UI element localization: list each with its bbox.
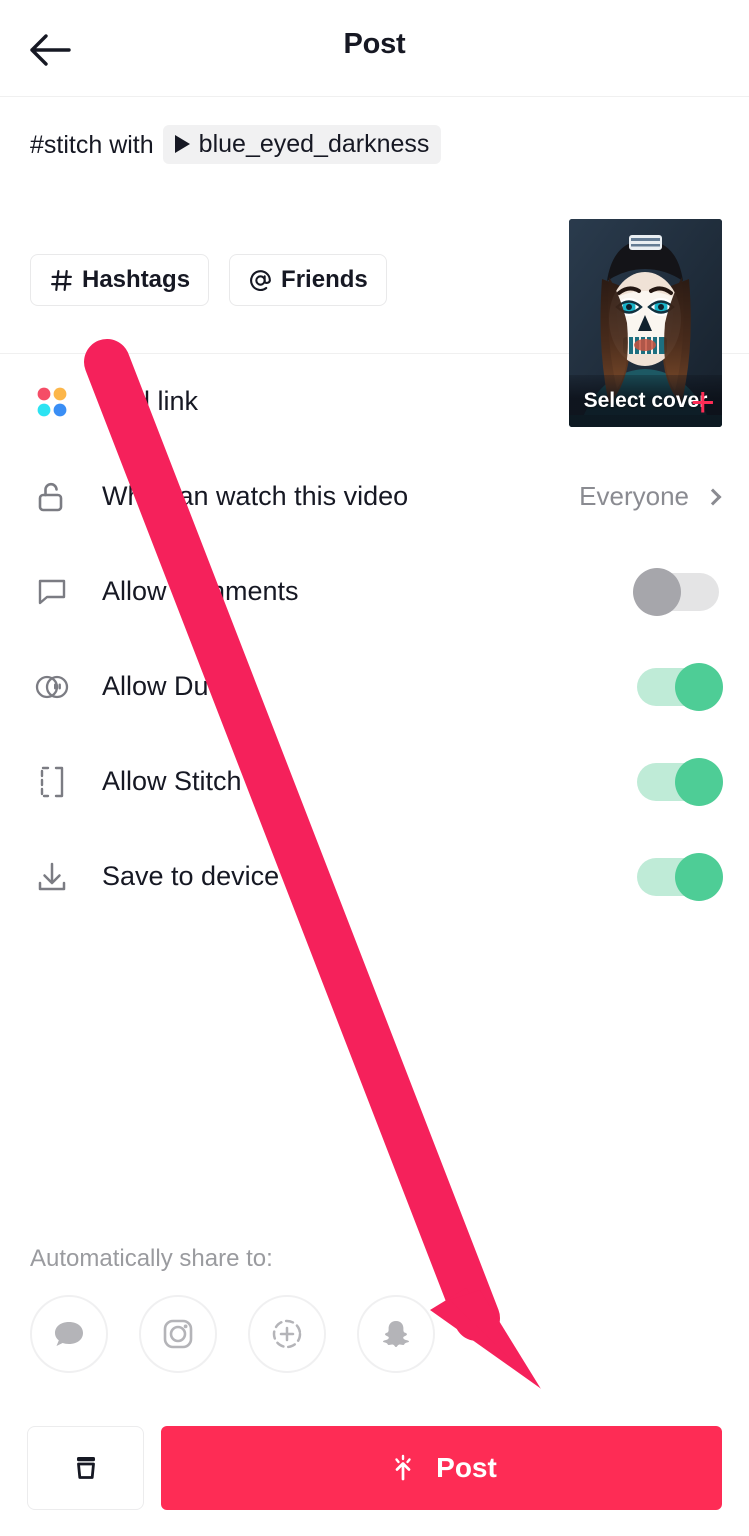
caption-area: #stitch with blue_eyed_darkness Hashtags… (0, 97, 749, 427)
drafts-button[interactable] (27, 1426, 144, 1510)
row-who-can-watch[interactable]: Who can watch this video Everyone (30, 449, 722, 544)
who-can-watch-value-group[interactable]: Everyone (579, 481, 722, 512)
add-link-plus-button[interactable]: + (690, 377, 719, 425)
duet-icon (30, 665, 74, 709)
row-label-allow-duet: Allow Duet (102, 671, 232, 701)
hashtags-button[interactable]: Hashtags (30, 254, 210, 306)
hash-icon (51, 269, 72, 291)
row-label-allow-comments: Allow comments (102, 576, 299, 606)
share-snapchat[interactable] (357, 1295, 435, 1373)
toggle-allow-stitch[interactable] (637, 757, 723, 806)
play-triangle-icon (174, 135, 190, 153)
snapchat-icon (383, 1321, 409, 1347)
row-label-add-link: Add link (102, 386, 199, 416)
stitch-prefix: #stitch with (30, 130, 154, 159)
toggle-knob (675, 757, 723, 806)
toggle-allow-duet[interactable] (637, 662, 723, 711)
auto-share-title: Automatically share to: (30, 1245, 273, 1272)
mention-chip[interactable]: blue_eyed_darkness (162, 125, 442, 164)
stitch-icon (30, 760, 74, 804)
at-icon (250, 269, 271, 291)
instagram-story-icon (272, 1319, 302, 1349)
page-title: Post (343, 28, 406, 60)
post-button[interactable]: Post (161, 1426, 722, 1510)
toggle-knob (675, 852, 723, 901)
toggle-knob (633, 567, 681, 616)
post-button-label: Post (436, 1452, 497, 1483)
header: Post (0, 0, 749, 97)
row-label-allow-stitch: Allow Stitch (102, 766, 242, 796)
auto-share-icons (30, 1295, 590, 1373)
upload-sparkle-icon (395, 1454, 411, 1481)
four-dots-icon (30, 380, 74, 424)
row-label-save-to-device: Save to device (102, 861, 280, 891)
toggle-save-to-device[interactable] (637, 852, 723, 901)
archive-box-icon (76, 1457, 95, 1479)
hashtags-label: Hashtags (82, 266, 191, 293)
instagram-icon (163, 1319, 193, 1349)
row-allow-stitch[interactable]: Allow Stitch (30, 734, 723, 829)
friends-label: Friends (281, 266, 368, 293)
settings-list: Add link + Who can watch this video Ever… (0, 354, 749, 924)
mention-username: blue_eyed_darkness (198, 130, 430, 158)
share-instagram[interactable] (139, 1295, 217, 1373)
row-label-who-can-watch: Who can watch this video (102, 481, 409, 511)
post-screen: Post #stitch with blue_eyed_darkness Has… (0, 0, 749, 1536)
stitch-line: #stitch with blue_eyed_darkness (30, 125, 570, 164)
chevron-right-icon (704, 488, 722, 505)
row-allow-comments[interactable]: Allow comments (30, 544, 719, 639)
unlock-icon (30, 475, 74, 519)
download-icon (30, 855, 74, 899)
share-messages[interactable] (30, 1295, 108, 1373)
plus-icon: + (690, 377, 715, 425)
caption-tools: Hashtags Friends (30, 254, 387, 306)
row-allow-duet[interactable]: Allow Duet (30, 639, 723, 734)
row-add-link[interactable]: Add link + (30, 354, 719, 449)
toggle-allow-comments[interactable] (633, 567, 719, 616)
share-instagram-story[interactable] (248, 1295, 326, 1373)
bottom-action-bar: Post (0, 1400, 749, 1536)
row-save-to-device[interactable]: Save to device (30, 829, 723, 924)
message-bubble-icon (55, 1322, 83, 1346)
auto-share-section: Automatically share to: (30, 1245, 590, 1373)
toggle-knob (675, 662, 723, 711)
friends-button[interactable]: Friends (229, 254, 387, 306)
comment-icon (30, 570, 74, 614)
who-can-watch-value: Everyone (579, 481, 689, 511)
